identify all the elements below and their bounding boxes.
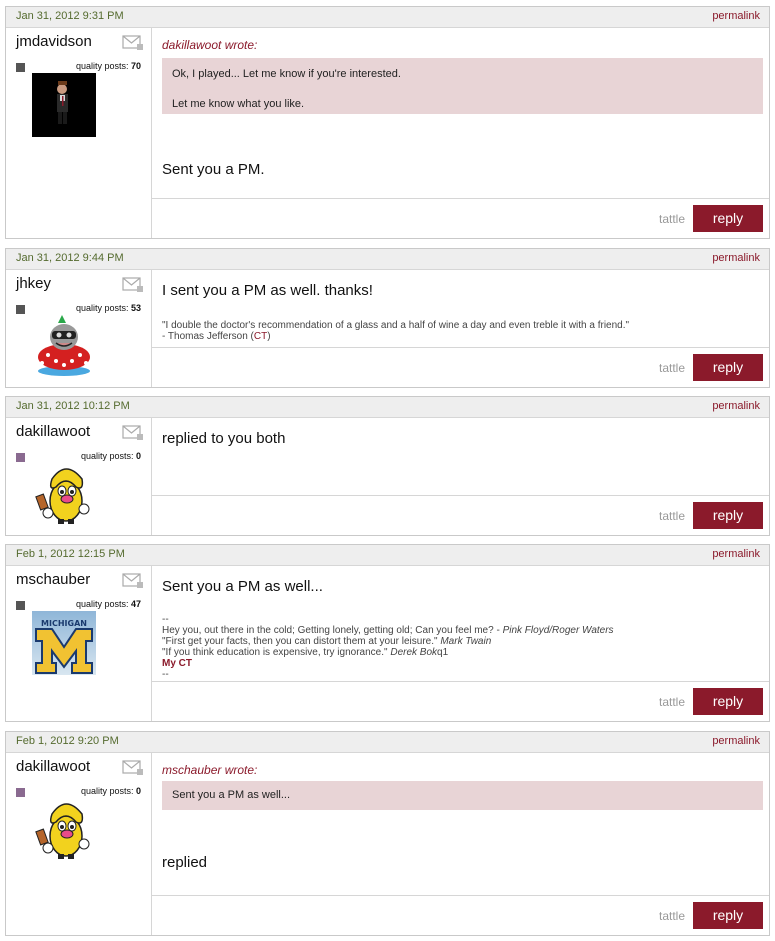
- signature-dash: --: [162, 614, 169, 625]
- avatar[interactable]: [32, 796, 96, 860]
- mail-icon[interactable]: [122, 35, 144, 51]
- action-bar: tattle reply: [152, 198, 769, 238]
- post-message: replied to you both: [162, 430, 286, 447]
- user-status-square: [16, 453, 25, 462]
- post-header: Jan 31, 2012 10:12 PM permalink: [6, 397, 769, 418]
- quality-posts: quality posts: 47: [75, 599, 141, 609]
- post-date: Feb 1, 2012 9:20 PM: [16, 735, 119, 747]
- post: Feb 1, 2012 9:20 PM permalink dakillawoo…: [5, 731, 770, 936]
- mail-icon[interactable]: [122, 425, 144, 441]
- permalink-link[interactable]: permalink: [712, 735, 760, 747]
- post-content: I sent you a PM as well. thanks! "I doub…: [152, 270, 769, 387]
- avatar[interactable]: [32, 73, 96, 137]
- tattle-link[interactable]: tattle: [659, 212, 685, 226]
- post-date: Jan 31, 2012 10:12 PM: [16, 400, 130, 412]
- username[interactable]: dakillawoot: [16, 423, 90, 440]
- action-bar: tattle reply: [152, 495, 769, 535]
- avatar[interactable]: [32, 313, 96, 377]
- signature: -- Hey you, out there in the cold; Getti…: [162, 614, 614, 680]
- quote-author: dakillawoot wrote:: [162, 38, 258, 52]
- permalink-link[interactable]: permalink: [712, 548, 760, 560]
- user-status-square: [16, 305, 25, 314]
- post: Jan 31, 2012 9:31 PM permalink jmdavidso…: [5, 6, 770, 239]
- post-date: Jan 31, 2012 9:31 PM: [16, 10, 124, 22]
- tattle-link[interactable]: tattle: [659, 695, 685, 709]
- quality-posts: quality posts: 0: [80, 786, 141, 796]
- avatar[interactable]: MICHIGAN: [32, 611, 96, 675]
- post: Feb 1, 2012 12:15 PM permalink mschauber…: [5, 544, 770, 722]
- quality-posts: quality posts: 0: [80, 451, 141, 461]
- user-info: dakillawoot quality posts: 0: [6, 418, 152, 535]
- post: Jan 31, 2012 9:44 PM permalink jhkey qua…: [5, 248, 770, 388]
- post-header: Feb 1, 2012 12:15 PM permalink: [6, 545, 769, 566]
- username[interactable]: jmdavidson: [16, 33, 92, 50]
- reply-button[interactable]: reply: [693, 354, 763, 381]
- quote-line: Let me know what you like.: [172, 98, 305, 110]
- quote-box: Ok, I played... Let me know if you're in…: [162, 58, 763, 114]
- username[interactable]: dakillawoot: [16, 758, 90, 775]
- reply-button[interactable]: reply: [693, 502, 763, 529]
- mail-icon[interactable]: [122, 277, 144, 293]
- permalink-link[interactable]: permalink: [712, 252, 760, 264]
- user-info: dakillawoot quality posts: 0: [6, 753, 152, 935]
- user-info: mschauber quality posts: 47 MICHIGAN: [6, 566, 152, 721]
- signature-line: Hey you, out there in the cold; Getting …: [162, 625, 614, 636]
- signature-author: - Thomas Jefferson (CT): [162, 331, 271, 342]
- reply-button[interactable]: reply: [693, 688, 763, 715]
- ct-link[interactable]: CT: [254, 331, 267, 342]
- user-info: jhkey quality posts: 53: [6, 270, 152, 387]
- signature-dash: --: [162, 669, 169, 680]
- my-ct-link[interactable]: My CT: [162, 658, 614, 669]
- quote-box: Sent you a PM as well...: [162, 781, 763, 810]
- action-bar: tattle reply: [152, 681, 769, 721]
- user-status-square: [16, 63, 25, 72]
- permalink-link[interactable]: permalink: [712, 10, 760, 22]
- quote-author: mschauber wrote:: [162, 763, 258, 777]
- tattle-link[interactable]: tattle: [659, 909, 685, 923]
- signature-line: "If you think education is expensive, tr…: [162, 647, 449, 658]
- quality-posts: quality posts: 70: [75, 61, 141, 71]
- post-content: mschauber wrote: Sent you a PM as well..…: [152, 753, 769, 935]
- post-message: replied: [162, 854, 208, 871]
- mail-icon[interactable]: [122, 573, 144, 589]
- quote-line: Ok, I played... Let me know if you're in…: [172, 68, 401, 80]
- post-message: Sent you a PM as well...: [162, 578, 323, 595]
- user-status-square: [16, 788, 25, 797]
- mail-icon[interactable]: [122, 760, 144, 776]
- tattle-link[interactable]: tattle: [659, 509, 685, 523]
- avatar[interactable]: [32, 461, 96, 525]
- username[interactable]: jhkey: [16, 275, 51, 292]
- quality-posts: quality posts: 53: [75, 303, 141, 313]
- signature: "I double the doctor's recommendation of…: [162, 320, 629, 342]
- username[interactable]: mschauber: [16, 571, 90, 588]
- post-content: Sent you a PM as well... -- Hey you, out…: [152, 566, 769, 721]
- reply-button[interactable]: reply: [693, 902, 763, 929]
- post-header: Jan 31, 2012 9:44 PM permalink: [6, 249, 769, 270]
- post-message: Sent you a PM.: [162, 161, 265, 178]
- post-message: I sent you a PM as well. thanks!: [162, 282, 373, 299]
- user-status-square: [16, 601, 25, 610]
- post-content: replied to you both tattle reply: [152, 418, 769, 535]
- post-header: Jan 31, 2012 9:31 PM permalink: [6, 7, 769, 28]
- post-date: Jan 31, 2012 9:44 PM: [16, 252, 124, 264]
- quote-line: Sent you a PM as well...: [172, 789, 290, 801]
- post-header: Feb 1, 2012 9:20 PM permalink: [6, 732, 769, 753]
- reply-button[interactable]: reply: [693, 205, 763, 232]
- tattle-link[interactable]: tattle: [659, 361, 685, 375]
- action-bar: tattle reply: [152, 895, 769, 935]
- signature-quote: "I double the doctor's recommendation of…: [162, 320, 630, 331]
- post-date: Feb 1, 2012 12:15 PM: [16, 548, 125, 560]
- action-bar: tattle reply: [152, 347, 769, 387]
- post: Jan 31, 2012 10:12 PM permalink dakillaw…: [5, 396, 770, 536]
- user-info: jmdavidson quality posts: 70: [6, 28, 152, 238]
- signature-line: "First get your facts, then you can dist…: [162, 636, 492, 647]
- permalink-link[interactable]: permalink: [712, 400, 760, 412]
- avatar-label: MICHIGAN: [41, 619, 87, 628]
- post-content: dakillawoot wrote: Ok, I played... Let m…: [152, 28, 769, 238]
